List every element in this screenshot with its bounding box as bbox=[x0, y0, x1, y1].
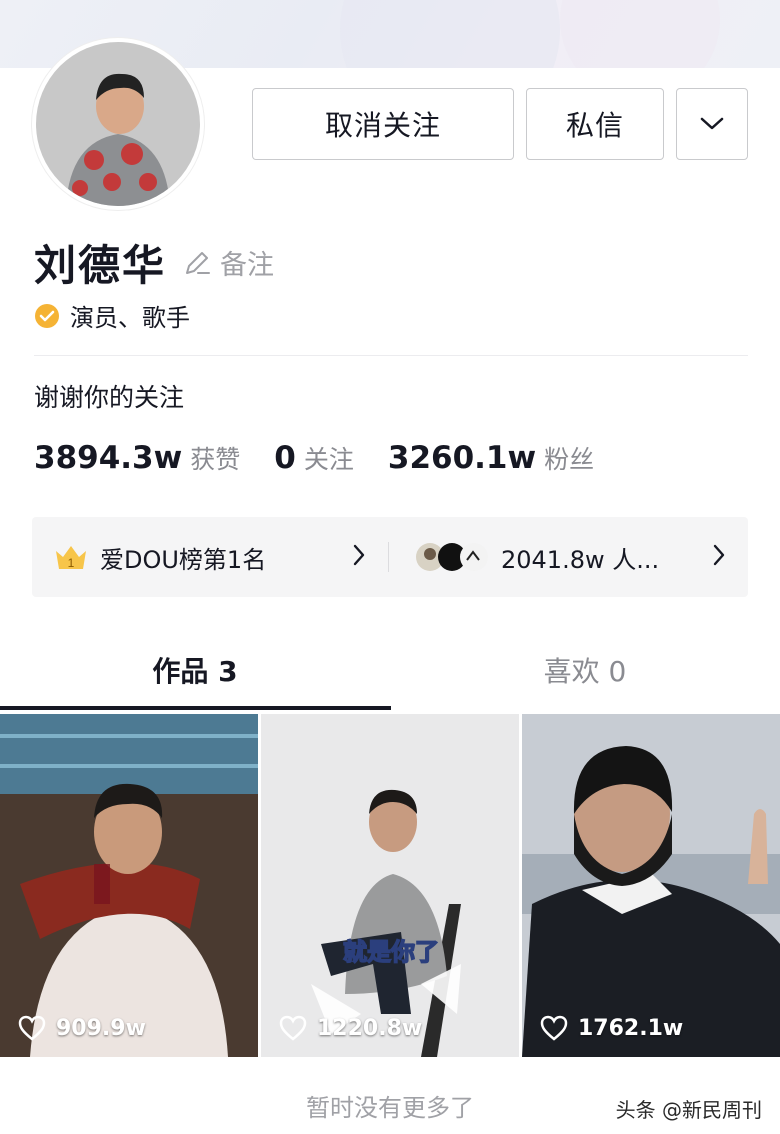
fan-avatars bbox=[415, 542, 489, 572]
video-thumbnail[interactable]: 就是你了 1220.8w bbox=[261, 714, 519, 1057]
video-grid: 909.9w 就是你了 1220.8w 1762.1w bbox=[0, 714, 780, 1057]
chevron-right-icon bbox=[353, 544, 365, 566]
chevron-down-icon bbox=[700, 117, 724, 130]
avatar[interactable] bbox=[32, 38, 204, 210]
heart-icon bbox=[279, 1015, 307, 1041]
watermark: 头条 @新民周刊 bbox=[615, 1098, 762, 1122]
video-cover-image bbox=[0, 714, 258, 1057]
tab-works[interactable]: 作品 3 bbox=[0, 640, 390, 704]
video-cover-image: 就是你了 bbox=[261, 714, 519, 1057]
following-label[interactable]: 关注 bbox=[304, 440, 354, 476]
followers-label[interactable]: 粉丝 bbox=[544, 440, 594, 476]
video-cover-image bbox=[522, 714, 780, 1057]
bio: 谢谢你的关注 bbox=[34, 383, 185, 412]
svg-text:1: 1 bbox=[68, 556, 75, 570]
verified-badge-icon bbox=[35, 303, 59, 328]
following-count[interactable]: 0 bbox=[274, 440, 296, 476]
video-caption: 就是你了 bbox=[343, 938, 439, 966]
remark-button[interactable]: 备注 bbox=[182, 243, 274, 282]
content-tabs: 作品 3 喜欢 0 bbox=[0, 640, 780, 712]
video-likes: 1220.8w bbox=[279, 1015, 422, 1041]
verified-title: 演员、歌手 bbox=[70, 304, 190, 332]
video-likes: 1762.1w bbox=[540, 1015, 683, 1041]
tab-likes[interactable]: 喜欢 0 bbox=[390, 640, 780, 704]
dou-rank-entry[interactable]: 1 爱DOU榜第1名 bbox=[32, 517, 388, 597]
heart-icon bbox=[18, 1015, 46, 1041]
video-thumbnail[interactable]: 909.9w bbox=[0, 714, 258, 1057]
likes-count: 1762.1w bbox=[578, 1015, 684, 1041]
video-thumbnail[interactable]: 1762.1w bbox=[522, 714, 780, 1057]
video-likes: 909.9w bbox=[18, 1015, 146, 1041]
chevron-right-icon bbox=[713, 544, 725, 566]
likes-count: 1220.8w bbox=[317, 1015, 423, 1041]
likes-count: 909.9w bbox=[56, 1015, 146, 1041]
message-button[interactable]: 私信 bbox=[526, 88, 664, 160]
stats-row: 3894.3w 获赞 0 关注 3260.1w 粉丝 bbox=[34, 440, 628, 476]
pencil-icon bbox=[186, 251, 211, 274]
fans-group-entry[interactable]: 2041.8w 人... bbox=[389, 517, 748, 597]
unfollow-button[interactable]: 取消关注 bbox=[252, 88, 514, 160]
ranking-card: 1 爱DOU榜第1名 2041.8w 人... bbox=[32, 517, 748, 597]
message-label: 私信 bbox=[565, 109, 624, 142]
followers-count[interactable]: 3260.1w bbox=[388, 440, 536, 476]
divider bbox=[34, 355, 748, 356]
likes-count: 3894.3w bbox=[34, 440, 183, 476]
heart-icon bbox=[540, 1015, 568, 1041]
name-row: 刘德华 备注 bbox=[34, 232, 274, 293]
unfollow-label: 取消关注 bbox=[324, 109, 441, 142]
more-button[interactable] bbox=[676, 88, 748, 160]
crown-icon: 1 bbox=[56, 546, 86, 570]
fans-count-text: 2041.8w 人... bbox=[501, 545, 660, 574]
active-tab-indicator bbox=[0, 706, 391, 710]
fan-avatar-icon bbox=[460, 543, 488, 571]
rank-text: 爱DOU榜第1名 bbox=[100, 545, 267, 574]
remark-label: 备注 bbox=[220, 250, 275, 281]
verified-row: 演员、歌手 bbox=[34, 298, 190, 333]
likes-label: 获赞 bbox=[190, 445, 241, 474]
profile-name: 刘德华 bbox=[34, 241, 167, 290]
